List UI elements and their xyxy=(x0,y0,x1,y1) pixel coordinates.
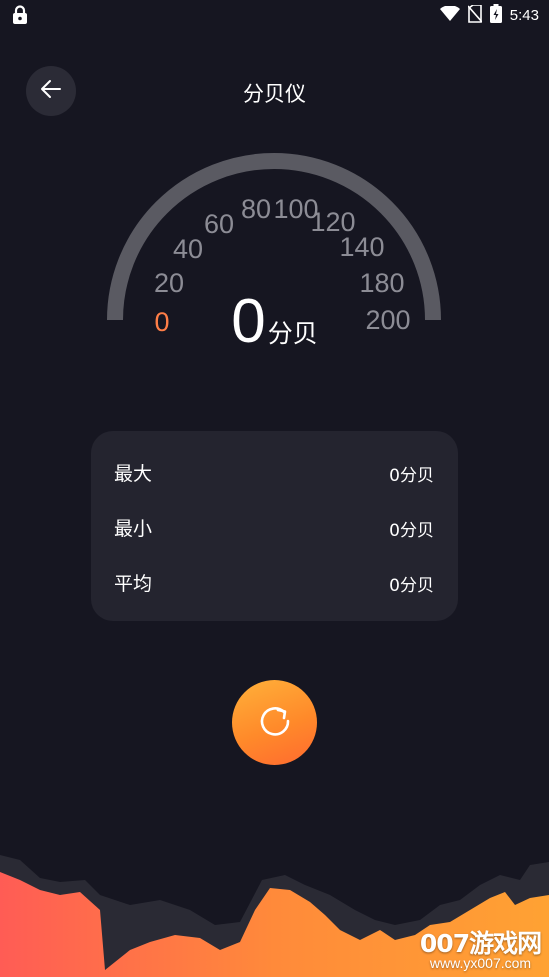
stat-row-min: 最小 0分贝 xyxy=(114,514,434,544)
gauge-tick-60: 60 xyxy=(204,209,234,239)
gauge-tick-140: 140 xyxy=(339,232,384,262)
gauge-tick-80: 80 xyxy=(241,194,271,224)
current-reading: 0分贝 xyxy=(0,286,549,357)
reset-button[interactable] xyxy=(232,680,317,765)
stat-value-max: 0分贝 xyxy=(389,466,434,486)
refresh-icon xyxy=(257,703,293,743)
watermark-url: www.yx007.com xyxy=(429,955,532,971)
stat-row-max: 最大 0分贝 xyxy=(114,459,434,489)
stat-value-avg: 0分贝 xyxy=(389,576,434,596)
stat-row-avg: 平均 0分贝 xyxy=(114,569,434,599)
stats-card: 最大 0分贝 最小 0分贝 平均 0分贝 xyxy=(91,431,458,621)
stat-label-max: 最大 xyxy=(114,463,153,485)
stat-label-avg: 平均 xyxy=(114,573,153,595)
stat-value-min: 0分贝 xyxy=(389,521,434,541)
gauge-tick-40: 40 xyxy=(173,234,203,264)
reading-value: 0 xyxy=(231,287,266,356)
stat-label-min: 最小 xyxy=(114,518,153,540)
reading-unit: 分贝 xyxy=(267,319,318,348)
